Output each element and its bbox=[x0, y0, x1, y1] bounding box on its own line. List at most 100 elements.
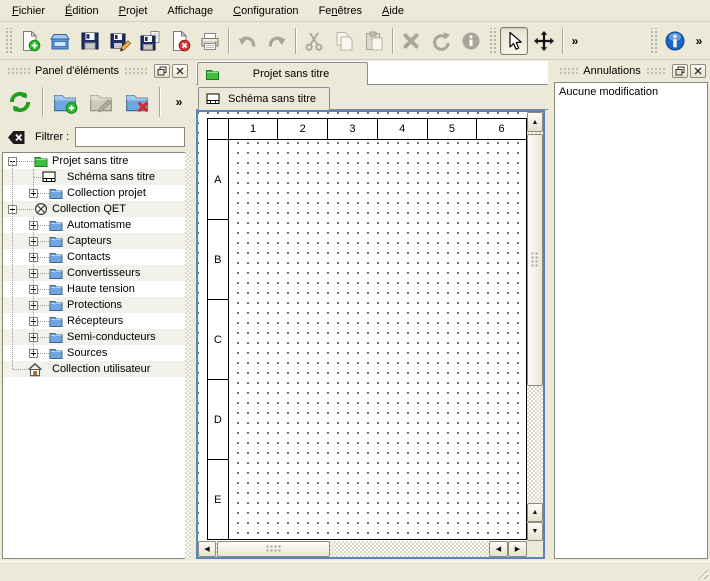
copy-button[interactable] bbox=[330, 27, 358, 55]
tree-item-semi-conducteurs[interactable]: Semi-conducteurs bbox=[3, 329, 185, 345]
tree-guide bbox=[13, 369, 27, 370]
tree-item-label: Récepteurs bbox=[67, 313, 123, 329]
tree-item-contacts[interactable]: Contacts bbox=[3, 249, 185, 265]
tree-folder-icon bbox=[49, 266, 63, 280]
menu-affichage[interactable]: Affichage bbox=[157, 1, 223, 21]
tab-projet-sans-titre[interactable]: Projet sans titre bbox=[197, 62, 368, 85]
tree-folder-icon bbox=[49, 298, 63, 312]
scroll-down-button[interactable]: ▼ bbox=[527, 522, 543, 541]
canvas-horizontal-scrollbar[interactable]: ◀ ◀ ▶ bbox=[198, 541, 527, 557]
tree-folder-icon bbox=[49, 250, 63, 264]
copy-icon bbox=[333, 30, 355, 52]
panel-toolbar-overflow-button[interactable]: » bbox=[170, 89, 188, 115]
menu-edition[interactable]: Édition bbox=[55, 1, 109, 21]
tree-item-label: Collection utilisateur bbox=[52, 361, 150, 377]
tree-item-collection-qet[interactable]: Collection QET bbox=[3, 201, 185, 217]
tab-schema-sans-titre[interactable]: Schéma sans titre bbox=[198, 87, 330, 110]
tree-item-projet-sans-titre[interactable]: Projet sans titre bbox=[3, 153, 185, 169]
save-button[interactable] bbox=[76, 27, 104, 55]
tree-item-sources[interactable]: Sources bbox=[3, 345, 185, 361]
cut-button[interactable] bbox=[300, 27, 328, 55]
save-as-icon bbox=[109, 30, 131, 52]
canvas-vertical-scrollbar[interactable]: ▲ ▲ ▼ bbox=[527, 112, 543, 541]
scroll-up-button[interactable]: ▲ bbox=[527, 112, 543, 132]
about-toolbar-overflow-button[interactable]: » bbox=[690, 28, 708, 54]
resize-grip-icon[interactable] bbox=[695, 566, 708, 579]
close-panel-button[interactable] bbox=[172, 64, 188, 78]
new-project-button[interactable] bbox=[16, 27, 44, 55]
delete-category-button[interactable] bbox=[121, 86, 153, 118]
float-undo-panel-button[interactable] bbox=[672, 64, 688, 78]
frame-row-label: E bbox=[208, 460, 229, 540]
tree-item-convertisseurs[interactable]: Convertisseurs bbox=[3, 265, 185, 281]
project-folder-icon bbox=[204, 67, 221, 81]
tree-item-capteurs[interactable]: Capteurs bbox=[3, 233, 185, 249]
tree-item-haute-tension[interactable]: Haute tension bbox=[3, 281, 185, 297]
tree-item-collection-utilisateur[interactable]: Collection utilisateur bbox=[3, 361, 185, 377]
new-category-button[interactable] bbox=[49, 86, 81, 118]
diagram-viewport[interactable]: 123456ABCDE bbox=[198, 112, 527, 541]
menu-projet[interactable]: Projet bbox=[109, 1, 158, 21]
tree-item-recepteurs[interactable]: Récepteurs bbox=[3, 313, 185, 329]
undo-list-item[interactable]: Aucune modification bbox=[555, 83, 707, 101]
about-qet-button[interactable] bbox=[661, 27, 689, 55]
close-file-button[interactable] bbox=[166, 27, 194, 55]
scroll-up-button-bottom[interactable]: ▲ bbox=[527, 503, 543, 522]
print-button[interactable] bbox=[196, 27, 224, 55]
elements-tree: Projet sans titreSchéma sans titreCollec… bbox=[2, 152, 186, 559]
pan-mode-button[interactable] bbox=[530, 27, 558, 55]
open-project-button[interactable] bbox=[46, 27, 74, 55]
tree-home-icon bbox=[27, 362, 43, 377]
scroll-left-button[interactable]: ◀ bbox=[198, 541, 216, 557]
menu-aide[interactable]: Aide bbox=[372, 1, 414, 21]
toolbar-drag-handle[interactable] bbox=[649, 28, 658, 54]
vertical-scrollbar-thumb[interactable] bbox=[527, 134, 543, 386]
tree-scrollbar-track[interactable] bbox=[185, 152, 191, 559]
selection-info-button[interactable] bbox=[457, 27, 485, 55]
diagram-drawing-area[interactable] bbox=[228, 140, 526, 540]
redo-button[interactable] bbox=[263, 27, 291, 55]
undo-panel-titlebar[interactable]: Annulations bbox=[554, 62, 706, 80]
save-all-button[interactable] bbox=[136, 27, 164, 55]
toolbar-drag-handle[interactable] bbox=[488, 28, 497, 54]
tree-guide bbox=[38, 193, 49, 194]
menu-configuration[interactable]: Configuration bbox=[223, 1, 308, 21]
diagram-frame: 123456ABCDE bbox=[207, 118, 527, 540]
frame-row-label: D bbox=[208, 380, 229, 460]
mode-toolbar-overflow-button[interactable]: » bbox=[566, 28, 584, 54]
tree-item-label: Sources bbox=[67, 345, 107, 361]
filter-input[interactable] bbox=[75, 127, 185, 147]
reload-collections-button[interactable] bbox=[4, 86, 36, 118]
filter-row: Filtrer : bbox=[2, 124, 188, 150]
edit-category-button[interactable] bbox=[85, 86, 117, 118]
tree-guide bbox=[17, 209, 34, 210]
close-undo-panel-button[interactable] bbox=[690, 64, 706, 78]
close-file-icon bbox=[169, 30, 191, 52]
rotate-selection-button[interactable] bbox=[427, 27, 455, 55]
main-toolbar: »» bbox=[0, 22, 710, 60]
clear-filter-button[interactable] bbox=[7, 129, 26, 146]
tree-item-schema-sans-titre[interactable]: Schéma sans titre bbox=[3, 169, 185, 185]
selection-mode-button[interactable] bbox=[500, 27, 528, 55]
float-panel-button[interactable] bbox=[154, 64, 170, 78]
scroll-left-button-right[interactable]: ◀ bbox=[489, 541, 508, 557]
tree-item-automatisme[interactable]: Automatisme bbox=[3, 217, 185, 233]
toolbar-drag-handle[interactable] bbox=[4, 28, 13, 54]
delete-selection-button[interactable] bbox=[397, 27, 425, 55]
tree-folder-icon bbox=[49, 282, 63, 296]
tree-guide bbox=[38, 289, 49, 290]
undo-button[interactable] bbox=[233, 27, 261, 55]
scroll-right-button[interactable]: ▶ bbox=[508, 541, 527, 557]
menu-fenetres[interactable]: Fenêtres bbox=[309, 1, 372, 21]
tree-item-collection-projet[interactable]: Collection projet bbox=[3, 185, 185, 201]
schema-canvas[interactable]: 123456ABCDE ▲ ▲ ▼ ◀ ◀ ▶ bbox=[196, 110, 545, 559]
status-bar bbox=[0, 561, 710, 581]
tree-item-protections[interactable]: Protections bbox=[3, 297, 185, 313]
horizontal-scrollbar-thumb[interactable] bbox=[217, 541, 330, 557]
menu-fichier[interactable]: Fichier bbox=[2, 1, 55, 21]
save-all-icon bbox=[139, 30, 161, 52]
elements-panel-titlebar[interactable]: Panel d'éléments bbox=[2, 62, 188, 80]
paste-button[interactable] bbox=[360, 27, 388, 55]
tree-project-icon bbox=[34, 154, 48, 168]
save-as-button[interactable] bbox=[106, 27, 134, 55]
